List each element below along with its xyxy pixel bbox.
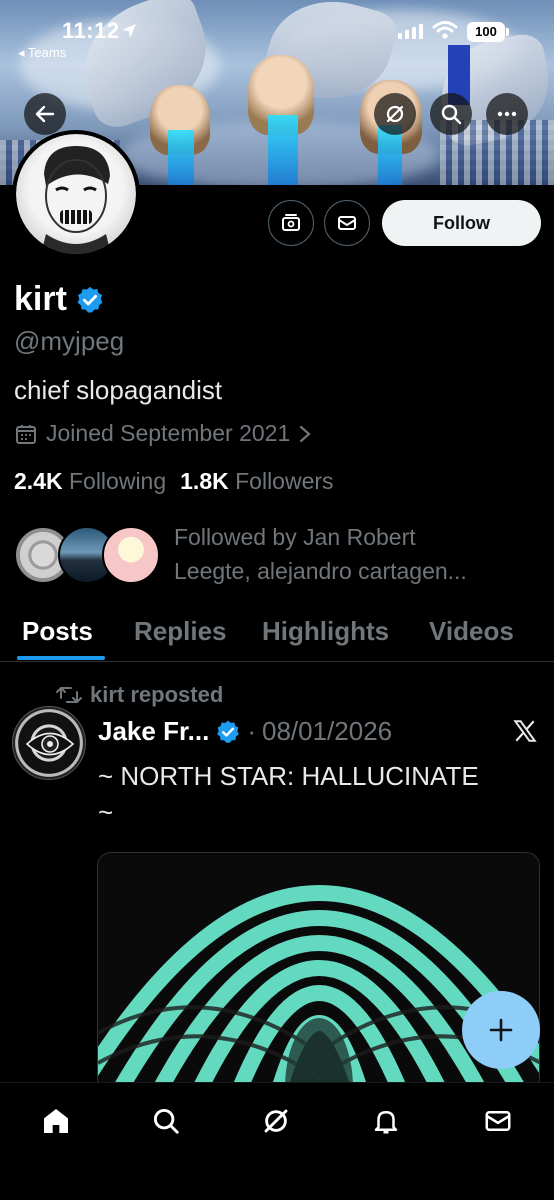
more-button[interactable] [486,93,528,135]
post-header: Jake Fr... · 08/01/2026 [98,716,392,747]
nav-grok[interactable] [256,1101,296,1141]
followed-by-line-2: Leegte, alejandro cartagen... [174,558,467,584]
verified-badge-icon [217,720,240,743]
chevron-right-icon [300,425,311,442]
nav-home[interactable] [36,1101,76,1141]
grok-button[interactable] [374,93,416,135]
followers-label: Followers [235,468,334,494]
followed-by-line-1: Followed by Jan Robert [174,524,416,550]
followed-by-text[interactable]: Followed by Jan Robert Leegte, alejandro… [174,520,544,588]
nav-notifications[interactable] [366,1101,406,1141]
repost-indicator[interactable]: kirt reposted [56,682,223,708]
joined-date: Joined September 2021 [46,420,291,446]
profile-name-row: kirt [14,280,105,319]
notifications-icon [374,1111,398,1134]
profile-bio: chief slopagandist [14,375,223,405]
compose-post-button[interactable] [462,991,540,1069]
avatar-portrait-image [41,146,111,254]
back-arrow-icon [35,105,55,123]
grok-icon [386,105,404,123]
following-label: Following [68,468,167,494]
following-count: 2.4K [14,468,63,494]
repost-icon [56,687,82,703]
nav-search[interactable] [146,1101,186,1141]
calendar-icon [16,424,36,444]
post-text[interactable]: ~ NORTH STAR: HALLUCINATE ~ [98,758,538,830]
following-link[interactable]: 2.4K Following [14,468,166,495]
plus-icon [489,1018,513,1042]
search-button[interactable] [430,93,472,135]
display-name: kirt [14,280,67,318]
location-arrow-icon [122,24,136,38]
post-text-line-2: ~ [98,797,114,827]
tab-replies[interactable]: Replies [134,616,227,647]
joined-date-row[interactable]: Joined September 2021 [14,420,312,447]
home-icon [44,1109,68,1133]
messages-icon [485,1111,511,1131]
follow-stats: 2.4K Following 1.8K Followers [14,468,334,495]
grok-icon [264,1109,288,1133]
tab-videos[interactable]: Videos [429,616,514,647]
profile-avatar[interactable] [12,130,140,258]
battery-indicator: 100 [467,22,509,42]
post-date[interactable]: 08/01/2026 [262,716,392,747]
cellular-signal-icon [398,24,423,39]
more-icon [497,111,517,117]
post-author-avatar[interactable] [12,706,86,780]
x-logo-icon [513,720,537,742]
tab-posts[interactable]: Posts [22,616,93,647]
follow-button[interactable]: Follow [382,200,541,246]
subscribe-button[interactable] [268,200,314,246]
post-author-name[interactable]: Jake Fr... [98,716,209,747]
profile-handle: @myjpeg [14,326,125,356]
profile-tabs: Posts Replies Highlights Videos [0,610,554,662]
followers-count: 1.8K [180,468,229,494]
verified-badge-icon[interactable] [75,285,105,315]
status-bar: 11:12 ◂ Teams 100 [0,14,554,60]
envelope-icon [338,216,356,230]
nav-messages[interactable] [478,1101,518,1141]
eye-logo-image [25,732,75,756]
post-text-line-1: ~ NORTH STAR: HALLUCINATE [98,761,479,791]
followed-by-avatars[interactable] [14,526,164,586]
followers-link[interactable]: 1.8K Followers [180,468,333,495]
back-button[interactable] [24,93,66,135]
post-separator: · [247,716,256,746]
repost-label: kirt reposted [90,682,224,707]
follower-avatar [102,526,160,584]
subscription-icon [282,214,300,231]
status-time: 11:12 [62,18,120,43]
search-icon [441,104,462,125]
active-tab-indicator [17,656,105,660]
tab-highlights[interactable]: Highlights [262,616,389,647]
back-to-app-link[interactable]: ◂ Teams [18,45,66,61]
bottom-navigation [0,1082,554,1200]
search-icon [153,1108,179,1134]
wifi-icon [432,21,458,39]
message-button[interactable] [324,200,370,246]
